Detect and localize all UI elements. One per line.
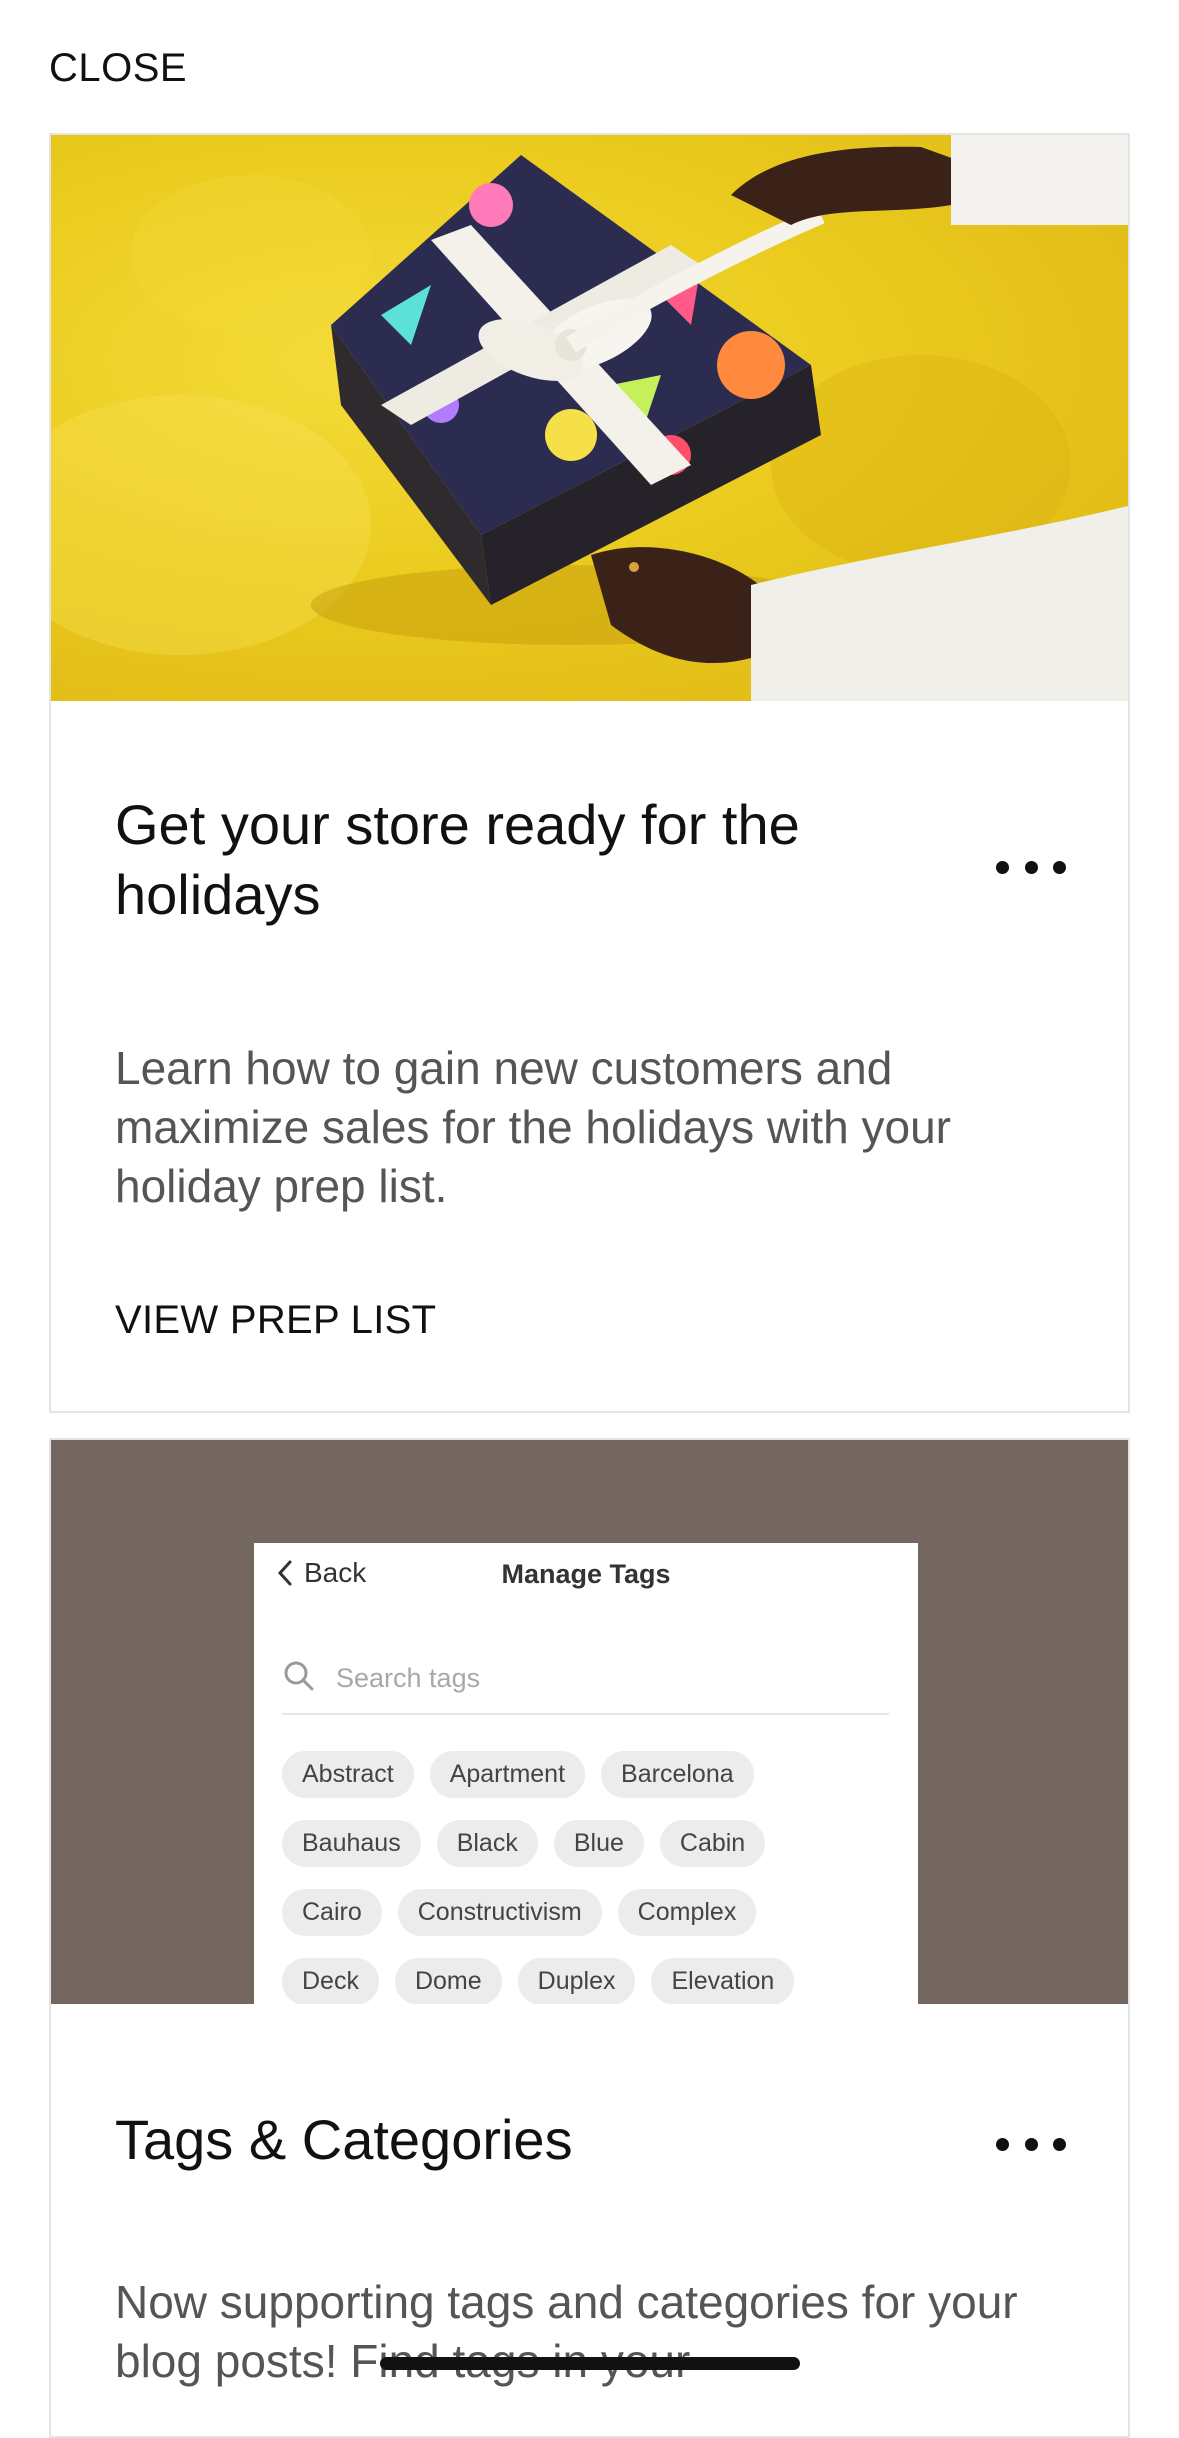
mock-search-field: Search tags	[282, 1659, 889, 1715]
tag-chip: Deck	[282, 1958, 379, 2004]
tags-screenshot-image: Back Manage Tags Search tags Abstract Ap…	[51, 1440, 1128, 2004]
tag-chip: Blue	[553, 1820, 644, 1867]
tag-chip: Abstract	[282, 1751, 414, 1798]
mock-title: Manage Tags	[501, 1559, 671, 1589]
card-description: Learn how to gain new customers and maxi…	[115, 1042, 951, 1212]
promo-card-tags: Back Manage Tags Search tags Abstract Ap…	[49, 1438, 1130, 2438]
more-options-button[interactable]	[996, 2134, 1066, 2154]
tag-chip: Black	[436, 1820, 538, 1867]
card-title: Tags & Categories	[115, 2108, 573, 2171]
card-title: Get your store ready for the holidays	[115, 793, 800, 926]
tag-row: Abstract Apartment Barcelona	[282, 1751, 902, 1798]
tag-chip: Dome	[394, 1958, 502, 2004]
tag-list: Abstract Apartment Barcelona Bauhaus Bla…	[282, 1751, 902, 2004]
gift-box-image	[51, 135, 1128, 701]
tag-chip: Elevation	[651, 1958, 795, 2004]
gift-illustration	[311, 135, 1128, 701]
mock-search-placeholder: Search tags	[336, 1663, 481, 1693]
more-options-button[interactable]	[996, 857, 1066, 877]
tag-row: Bauhaus Black Blue Cabin	[282, 1820, 902, 1867]
more-horizontal-icon	[996, 2137, 1009, 2151]
promo-card-holidays: Get your store ready for the holidays Le…	[49, 133, 1130, 1413]
tag-chip: Barcelona	[601, 1751, 754, 1798]
top-bar: CLOSE	[0, 0, 1179, 130]
tag-row: Cairo Constructivism Complex	[282, 1889, 902, 1936]
view-prep-list-link[interactable]: VIEW PREP LIST	[115, 1298, 436, 1343]
tag-chip: Complex	[617, 1889, 757, 1936]
card-description: Now supporting tags and categories for y…	[115, 2276, 1018, 2387]
home-indicator[interactable]	[380, 2357, 800, 2370]
more-horizontal-icon	[996, 860, 1009, 874]
close-button[interactable]: CLOSE	[49, 46, 187, 91]
manage-tags-mockup: Back Manage Tags Search tags Abstract Ap…	[254, 1543, 918, 2004]
tag-chip: Duplex	[517, 1958, 636, 2004]
search-icon	[284, 1661, 314, 1691]
tag-chip: Constructivism	[397, 1889, 602, 1936]
tag-chip: Cabin	[659, 1820, 766, 1867]
tag-chip: Apartment	[429, 1751, 586, 1798]
tag-chip: Cairo	[282, 1889, 382, 1936]
tag-chip: Bauhaus	[282, 1820, 421, 1867]
tag-row: Deck Dome Duplex Elevation	[282, 1958, 902, 2004]
